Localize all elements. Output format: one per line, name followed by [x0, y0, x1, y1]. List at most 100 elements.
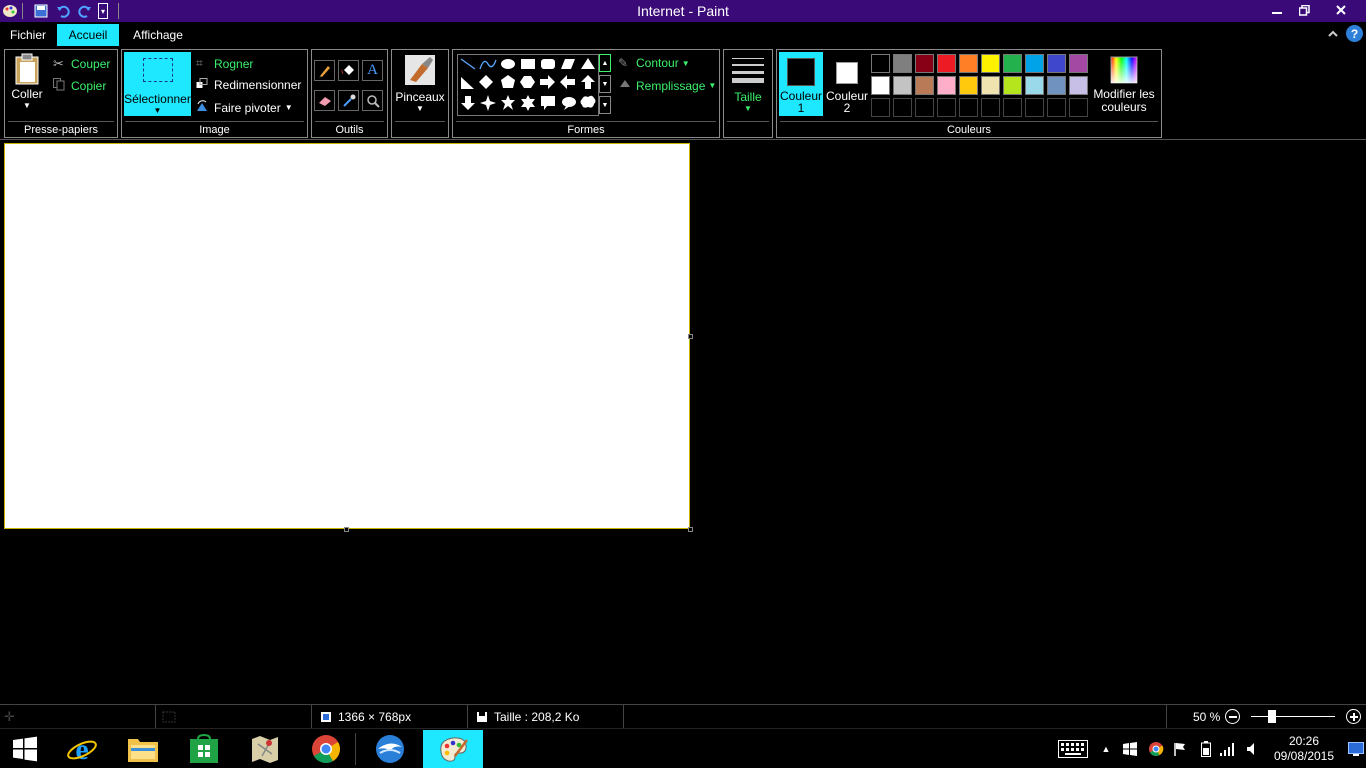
color-swatch[interactable]	[1069, 76, 1088, 95]
drawing-canvas[interactable]	[4, 143, 690, 529]
tab-file[interactable]: Fichier	[2, 24, 54, 46]
color-swatch[interactable]	[1047, 54, 1066, 73]
taskbar-internet-explorer[interactable]: e	[54, 730, 110, 768]
color-swatch[interactable]	[959, 54, 978, 73]
custom-color-slot[interactable]	[1047, 98, 1066, 117]
taskbar-maps[interactable]	[237, 730, 293, 768]
color-swatch[interactable]	[959, 76, 978, 95]
fill-label: Remplissage	[636, 78, 706, 93]
custom-color-slot[interactable]	[981, 98, 1000, 117]
tab-view[interactable]: Affichage	[124, 24, 192, 46]
chrome-tray-icon[interactable]	[1145, 729, 1167, 768]
start-button[interactable]	[0, 730, 50, 768]
minimize-button[interactable]	[1262, 0, 1292, 20]
taskbar-chrome[interactable]	[298, 730, 354, 768]
help-icon[interactable]: ?	[1346, 25, 1363, 42]
color1-button[interactable]: Couleur 1	[779, 52, 823, 116]
brushes-button[interactable]: Pinceaux ▼	[394, 52, 446, 116]
color-swatch[interactable]	[937, 76, 956, 95]
taskbar-file-explorer[interactable]	[115, 730, 171, 768]
volume-icon[interactable]	[1242, 729, 1262, 768]
windows-update-icon[interactable]	[1120, 729, 1140, 768]
show-hidden-icons[interactable]: ▲	[1097, 729, 1115, 768]
resize-button[interactable]: Redimensionner	[196, 78, 301, 92]
color-swatch[interactable]	[981, 76, 1000, 95]
scroll-up-icon[interactable]: ▲	[599, 54, 611, 72]
collapse-ribbon-icon[interactable]	[1326, 27, 1340, 41]
color-swatch[interactable]	[981, 54, 1000, 73]
eraser-icon[interactable]	[314, 90, 335, 111]
color-swatch[interactable]	[893, 76, 912, 95]
expand-gallery-icon[interactable]: ▼	[599, 96, 611, 114]
paste-button[interactable]: Coller ▼	[9, 53, 45, 113]
chevron-down-icon: ▼	[681, 58, 690, 68]
zoom-slider-track[interactable]	[1251, 716, 1335, 717]
action-center-flag-icon[interactable]	[1170, 729, 1190, 768]
rotate-button[interactable]: Faire pivoter ▼	[196, 100, 293, 115]
text-icon[interactable]: A	[362, 60, 383, 81]
color-swatch[interactable]	[1003, 54, 1022, 73]
color-swatch[interactable]	[1003, 76, 1022, 95]
custom-color-slot[interactable]	[959, 98, 978, 117]
fill-button[interactable]: Remplissage ▼	[618, 78, 716, 93]
taskbar-store[interactable]	[176, 730, 232, 768]
pencil-icon[interactable]	[314, 60, 335, 81]
custom-color-slot[interactable]	[915, 98, 934, 117]
store-icon	[190, 734, 218, 763]
resize-handle-right[interactable]	[688, 334, 693, 339]
size-button[interactable]: Taille ▼	[726, 52, 770, 116]
zoom-out-button[interactable]	[1225, 709, 1240, 724]
custom-color-slot[interactable]	[1003, 98, 1022, 117]
cut-button[interactable]: ✂ Couper	[53, 56, 110, 72]
clock[interactable]: 20:26 09/08/2015	[1264, 729, 1344, 768]
resize-label: Redimensionner	[214, 78, 302, 92]
select-button[interactable]: Sélectionner ▼	[124, 52, 191, 116]
crop-button[interactable]: ⌗ Rogner	[196, 56, 253, 71]
scroll-down-icon[interactable]: ▼	[599, 75, 611, 93]
color-swatch[interactable]	[937, 54, 956, 73]
resize-handle-bottom[interactable]	[344, 527, 349, 532]
group-shapes: ▲ ▼ ▼ ✎ Contour ▼ Remplissage ▼ Formes	[452, 49, 720, 138]
taskbar-thunderbird[interactable]	[362, 730, 418, 768]
color-swatch[interactable]	[871, 54, 890, 73]
tab-home[interactable]: Accueil	[57, 24, 119, 46]
network-signal-icon[interactable]	[1217, 729, 1239, 768]
group-label-tools: Outils	[335, 124, 364, 136]
group-image: Sélectionner ▼ ⌗ Rogner Redimensionner F…	[121, 49, 308, 138]
color-swatch[interactable]	[915, 76, 934, 95]
copy-button[interactable]: Copier	[53, 78, 106, 94]
color-picker-icon[interactable]	[338, 90, 359, 111]
edit-colors-button[interactable]: Modifier les couleurs	[1091, 52, 1157, 116]
outline-button[interactable]: ✎ Contour ▼	[618, 56, 690, 70]
custom-color-slot[interactable]	[937, 98, 956, 117]
zoom-in-button[interactable]	[1346, 709, 1361, 724]
color-swatch[interactable]	[1025, 76, 1044, 95]
battery-icon[interactable]	[1196, 729, 1216, 768]
color-swatch[interactable]	[915, 54, 934, 73]
color-swatch[interactable]	[1069, 54, 1088, 73]
crop-label: Rogner	[214, 56, 254, 71]
custom-color-slot[interactable]	[871, 98, 890, 117]
close-button[interactable]	[1325, 0, 1357, 20]
selection-rectangle-icon	[142, 58, 173, 82]
color2-button[interactable]: Couleur 2	[825, 52, 869, 116]
resize-handle-corner[interactable]	[688, 527, 693, 532]
color2-swatch	[836, 62, 858, 84]
color-swatch[interactable]	[893, 54, 912, 73]
group-label-colors: Couleurs	[946, 124, 992, 136]
custom-color-slot[interactable]	[1069, 98, 1088, 117]
color-swatch[interactable]	[1047, 76, 1066, 95]
custom-color-slot[interactable]	[1025, 98, 1044, 117]
color1-label-line2: 1	[797, 101, 805, 115]
image-dimensions: 1366 × 768px	[312, 705, 468, 728]
touch-keyboard-icon[interactable]	[1054, 729, 1092, 768]
show-desktop-button[interactable]	[1346, 729, 1366, 768]
restore-button[interactable]	[1289, 0, 1319, 20]
color-swatch[interactable]	[1025, 54, 1044, 73]
color-swatch[interactable]	[871, 76, 890, 95]
zoom-slider-thumb[interactable]	[1268, 710, 1276, 723]
custom-color-slot[interactable]	[893, 98, 912, 117]
taskbar-paint[interactable]	[423, 730, 483, 768]
fill-bucket-icon[interactable]	[338, 60, 359, 81]
magnifier-icon[interactable]	[362, 90, 383, 111]
